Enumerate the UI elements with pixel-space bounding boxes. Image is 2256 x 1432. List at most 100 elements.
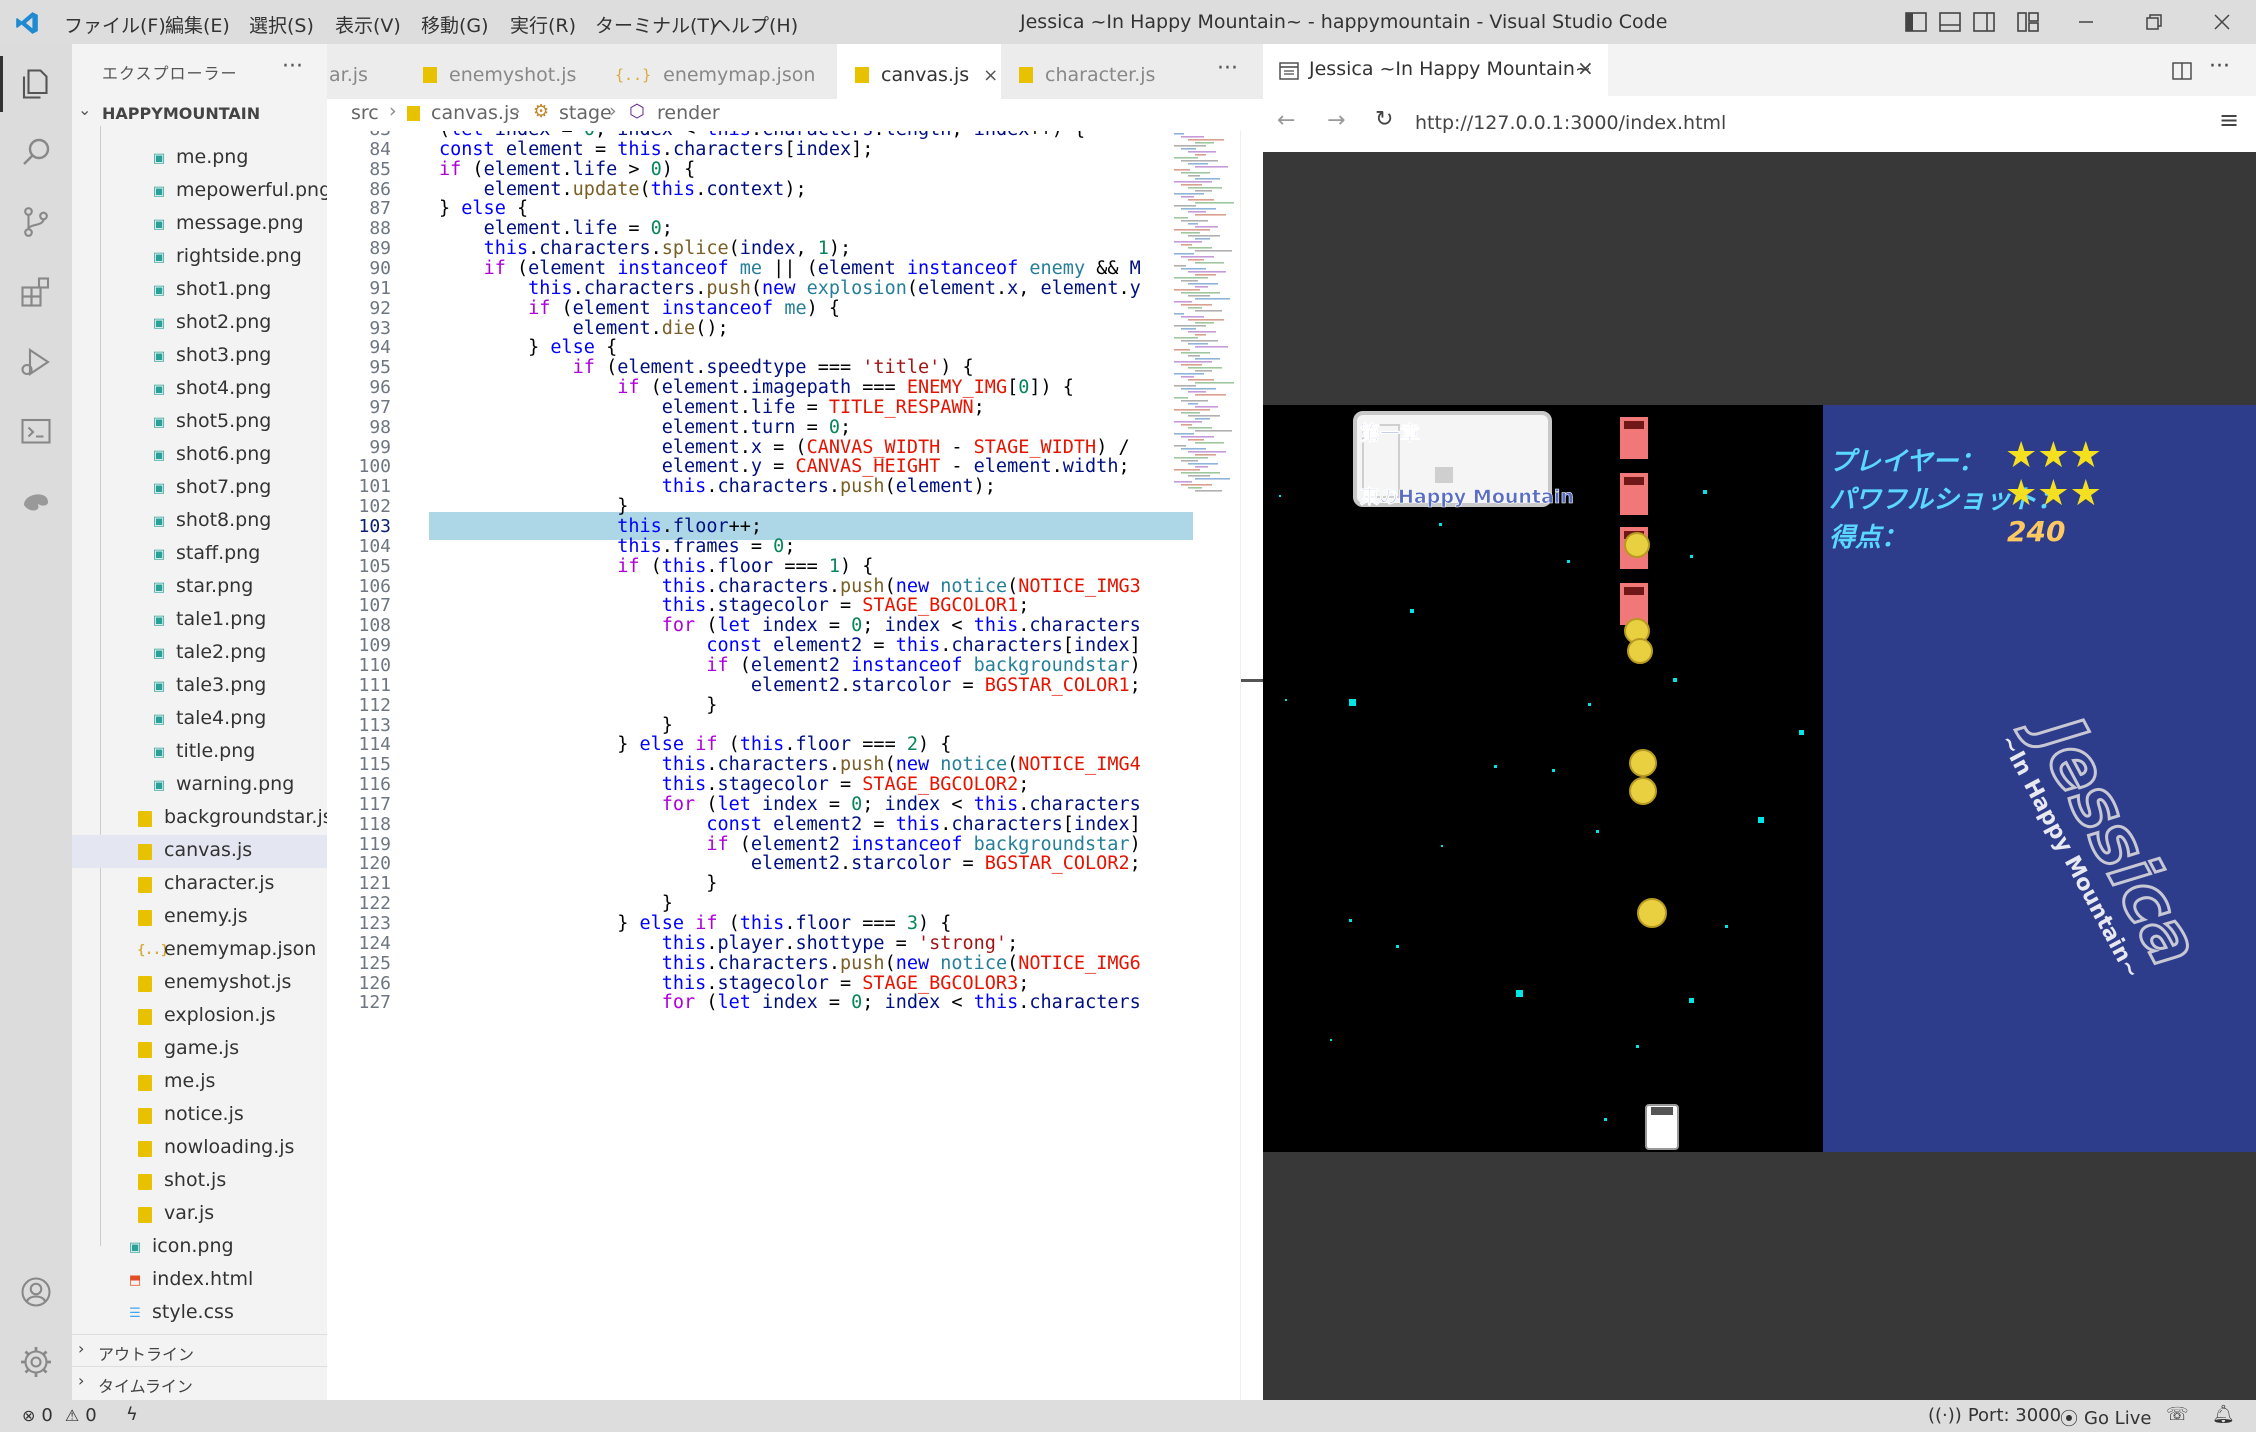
notifications-bell-icon[interactable]: 🔔︎ [2212, 1404, 2235, 1425]
menu-view[interactable]: 表示(V) [335, 11, 401, 38]
file-tree-item[interactable]: ▣ shot3.png [72, 340, 327, 373]
hamburger-menu-icon[interactable]: ≡ [2219, 106, 2239, 134]
breadcrumb-file[interactable]: canvas.js [431, 102, 519, 124]
file-tree-item[interactable]: canvas.js [72, 835, 327, 868]
file-tree-item[interactable]: ▣ tale4.png [72, 703, 327, 736]
minimap-line [1188, 463, 1218, 465]
reload-icon[interactable]: ↻ [1375, 107, 1393, 132]
browser-tab[interactable]: Jessica ~In Happy Mountain~ × [1263, 44, 1608, 96]
back-arrow-icon[interactable]: ← [1277, 108, 1295, 133]
edge-devtools-icon[interactable] [14, 480, 58, 524]
menu-help[interactable]: ヘルプ(H) [712, 11, 798, 38]
file-tree-item[interactable]: notice.js [72, 1099, 327, 1132]
file-tree-item[interactable]: ▣ shot7.png [72, 472, 327, 505]
file-tree-item[interactable]: ▣ tale2.png [72, 637, 327, 670]
code-editor[interactable]: 83(let index = 0; index < this.character… [327, 131, 1263, 1400]
close-tab-icon[interactable]: × [983, 65, 998, 86]
minimap[interactable] [1170, 131, 1240, 511]
project-folder-header[interactable]: ⌄ HAPPYMOUNTAIN [72, 100, 327, 126]
file-tree-item[interactable]: nowloading.js [72, 1132, 327, 1165]
file-tree-item[interactable]: explosion.js [72, 1000, 327, 1033]
tab-enemyshot-js[interactable]: enemyshot.js [413, 44, 603, 106]
outline-section[interactable]: › アウトライン [72, 1334, 327, 1367]
file-tree-item[interactable]: ▣ title.png [72, 736, 327, 769]
tab-character-js[interactable]: character.js [1001, 44, 1177, 106]
account-icon[interactable] [14, 1270, 58, 1314]
forward-arrow-icon[interactable]: → [1327, 108, 1345, 133]
file-tree-item[interactable]: backgroundstar.js [72, 802, 333, 835]
file-tree-item[interactable]: {..} enemymap.json [72, 934, 327, 967]
file-tree-item[interactable]: ☰ style.css [72, 1297, 327, 1330]
game-canvas[interactable]: 第一章 東のHappy Mountain [1263, 405, 1823, 1152]
go-live-button[interactable]: ⦿ Go Live [2060, 1405, 2151, 1431]
file-tree-item[interactable]: ▣ shot4.png [72, 373, 327, 406]
settings-gear-icon[interactable] [14, 1340, 58, 1384]
live-server-port[interactable]: ((·)) Port: 3000 [1928, 1405, 2061, 1426]
editor-scrollbar[interactable] [1240, 131, 1264, 1400]
file-tree-item[interactable]: ▣ rightside.png [72, 241, 327, 274]
restore-icon[interactable] [2140, 8, 2168, 36]
customize-layout-icon[interactable] [2014, 8, 2042, 36]
file-tree-item[interactable]: character.js [72, 868, 327, 901]
menu-edit[interactable]: 編集(E) [165, 11, 230, 38]
run-debug-icon[interactable] [14, 340, 58, 384]
file-tree-item[interactable]: ▣ tale3.png [72, 670, 327, 703]
file-tree-item[interactable]: ▣ shot6.png [72, 439, 327, 472]
split-editor-icon[interactable] [2172, 62, 2192, 80]
source-control-icon[interactable] [14, 200, 58, 244]
tab-canvas-js[interactable]: canvas.js × [837, 44, 1001, 106]
file-tree-item[interactable]: enemyshot.js [72, 967, 327, 1000]
file-tree-item[interactable]: ▣ icon.png [72, 1231, 327, 1264]
menu-file[interactable]: ファイル(F) [64, 11, 166, 38]
editor-more-button[interactable]: ··· [1217, 56, 1238, 81]
toggle-secondary-sidebar-icon[interactable] [1970, 8, 1998, 36]
remote-explorer-icon[interactable] [14, 410, 58, 454]
sign-line1: 第一章 [1360, 421, 1420, 445]
file-tree-item[interactable]: ▣ shot5.png [72, 406, 327, 439]
breadcrumb-method[interactable]: render [657, 102, 720, 124]
problems-indicator[interactable]: ⊗ 0 ⚠ 0 [22, 1405, 97, 1426]
url-bar[interactable]: http://127.0.0.1:3000/index.html [1415, 112, 1726, 134]
extensions-icon[interactable] [14, 270, 58, 314]
breadcrumb-src[interactable]: src [351, 102, 379, 124]
close-window-icon[interactable] [2208, 8, 2236, 36]
minimap-line [1195, 490, 1222, 492]
file-tree-item[interactable]: ▣ tale1.png [72, 604, 327, 637]
file-tree-item[interactable]: ▣ shot8.png [72, 505, 327, 538]
file-tree-item[interactable]: game.js [72, 1033, 327, 1066]
line-number: 103 [358, 516, 391, 537]
file-tree-item[interactable]: ▣ star.png [72, 571, 327, 604]
menu-go[interactable]: 移動(G) [421, 11, 489, 38]
file-tree-item[interactable]: ▣ message.png [72, 208, 327, 241]
explorer-more-button[interactable]: ··· [282, 54, 303, 79]
more-actions-icon[interactable]: ··· [2209, 54, 2230, 79]
breadcrumb-class[interactable]: stage [559, 102, 612, 124]
tab-var-js[interactable]: ar.js [327, 44, 413, 106]
file-tree-item[interactable]: ▣ mepowerful.png [72, 175, 331, 208]
menu-terminal[interactable]: ターミナル(T) [595, 11, 716, 38]
file-tree-item[interactable]: enemy.js [72, 901, 327, 934]
file-tree-item[interactable]: ▣ shot1.png [72, 274, 327, 307]
file-tree-item[interactable]: ▣ shot2.png [72, 307, 327, 340]
close-tab-icon[interactable]: × [1577, 56, 1594, 80]
tab-enemymap-json[interactable]: {..} enemymap.json [603, 44, 837, 106]
file-tree-item[interactable]: ▣ staff.png [72, 538, 327, 571]
search-icon[interactable] [14, 130, 58, 174]
file-tree-item[interactable]: ▣ me.png [72, 142, 327, 175]
lightning-icon[interactable]: ϟ [126, 1404, 138, 1425]
code-line: this.frames = 0; [617, 535, 796, 557]
file-tree-item[interactable]: ▣ warning.png [72, 769, 327, 802]
file-tree-item[interactable]: me.js [72, 1066, 327, 1099]
toggle-panel-icon[interactable] [1936, 8, 1964, 36]
file-tree-item[interactable]: var.js [72, 1198, 327, 1231]
menu-run[interactable]: 実行(R) [510, 11, 576, 38]
file-tree-item[interactable]: ⬒ index.html [72, 1264, 327, 1297]
file-tree-item[interactable]: shot.js [72, 1165, 327, 1198]
toggle-primary-sidebar-icon[interactable] [1902, 8, 1930, 36]
minimap-line [1195, 226, 1218, 228]
timeline-section[interactable]: › タイムライン [72, 1366, 327, 1399]
explorer-icon[interactable] [14, 62, 58, 106]
menu-selection[interactable]: 選択(S) [249, 11, 314, 38]
minimize-icon[interactable] [2072, 8, 2100, 36]
feedback-icon[interactable]: ☏ [2166, 1404, 2189, 1425]
